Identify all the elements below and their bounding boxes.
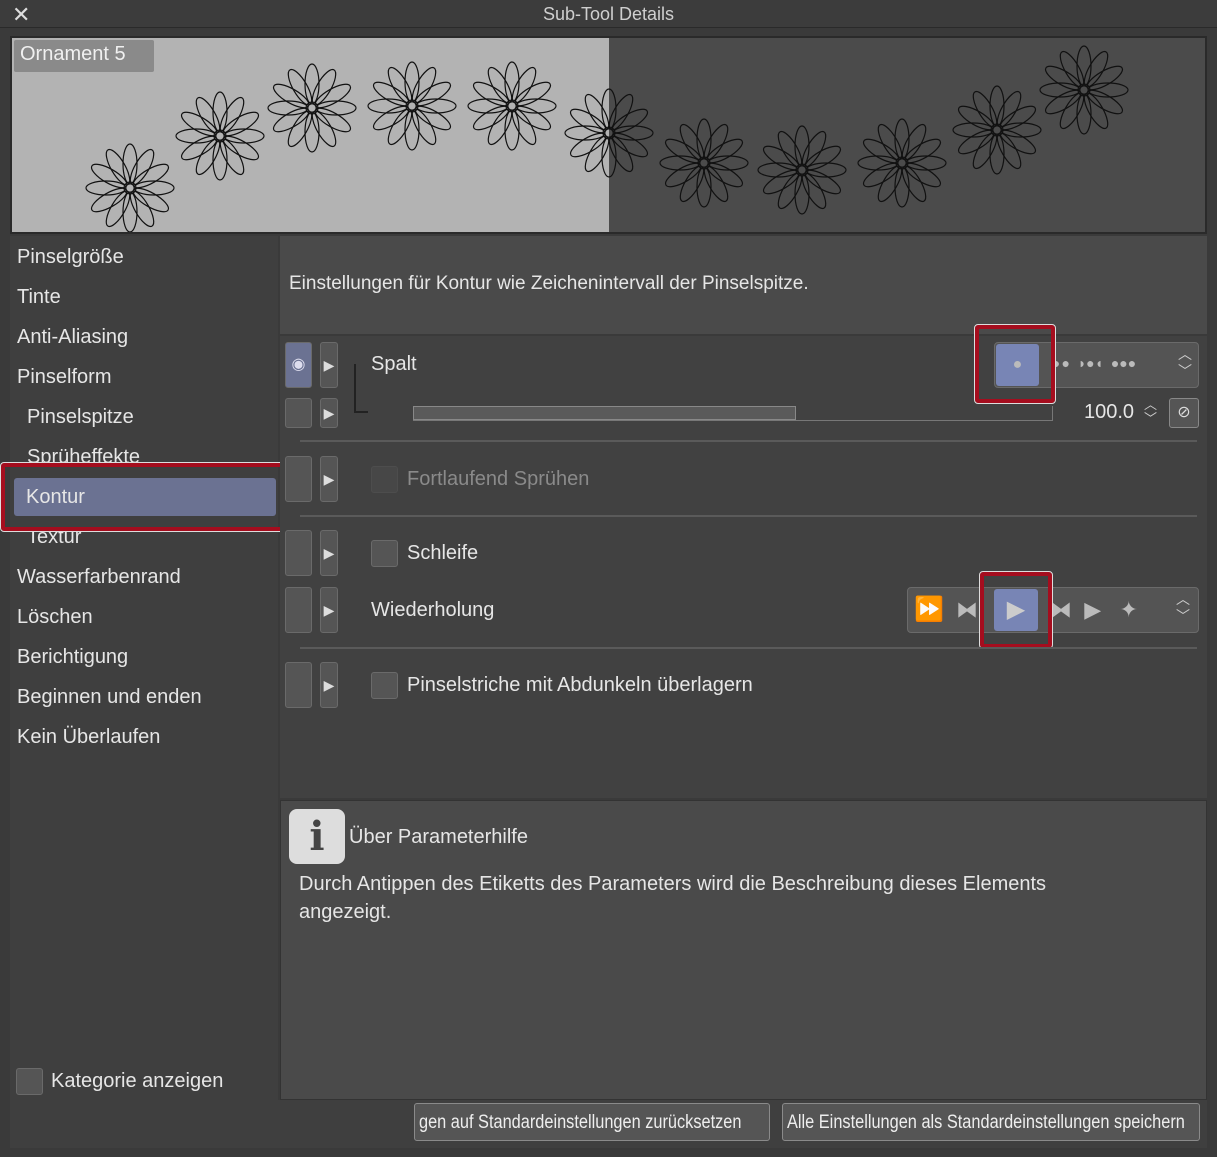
repeat-mode-selector[interactable]: ⏩ ⧓ ▶ ⧓ ▶ ✦ ︿ ﹀ — [907, 587, 1199, 633]
continuous-spray-checkbox[interactable] — [371, 466, 398, 493]
category-berichtigung[interactable]: Berichtigung — [17, 646, 128, 669]
window-title: Sub-Tool Details — [542, 4, 675, 24]
loop-checkbox[interactable] — [371, 540, 398, 567]
highlight-kontur — [0, 462, 289, 532]
separator — [300, 647, 1197, 649]
brush-preview: Ornament 5 — [10, 36, 1207, 234]
link-bracket-foot — [354, 411, 368, 413]
expand-button[interactable]: ▶ — [320, 530, 338, 576]
ornament-flower — [1039, 45, 1129, 135]
title-bar: ✕ Sub-Tool Details — [0, 0, 1217, 28]
help-title: Über Parameterhilfe — [349, 826, 528, 848]
category-pinselform[interactable]: Pinselform — [17, 366, 111, 389]
toggle-button[interactable] — [285, 398, 312, 428]
gap-value[interactable]: 100.0 — [1084, 401, 1134, 424]
preset-name: Ornament 5 — [14, 40, 154, 72]
gap-slider[interactable] — [413, 406, 1053, 421]
toggle-button[interactable] — [285, 587, 312, 633]
expand-button[interactable]: ▶ — [320, 587, 338, 633]
toggle-button[interactable] — [285, 530, 312, 576]
category-tinte[interactable]: Tinte — [17, 286, 61, 309]
help-text: Durch Antippen des Etiketts des Paramete… — [299, 873, 1047, 923]
ornament-flower — [267, 63, 357, 153]
show-category-checkbox[interactable] — [16, 1068, 43, 1095]
info-icon: i — [289, 809, 345, 864]
ornament-flower — [367, 61, 457, 151]
repeat-mode-options-b[interactable]: ⧓ — [956, 597, 978, 623]
gap-slider-fill — [413, 406, 797, 420]
category-pinselspitze[interactable]: Pinselspitze — [27, 406, 134, 429]
ornament-flower — [564, 88, 654, 178]
highlight-gap-mode — [974, 324, 1056, 404]
save-defaults-label: Alle Einstellungen als Standardeinstellu… — [787, 1112, 1185, 1133]
spin-arrows-icon[interactable]: ︿ ﹀ — [1176, 591, 1190, 625]
bottom-bar: gen auf Standardeinstellungen zurücksetz… — [10, 1100, 1207, 1148]
eye-icon[interactable]: ◉ — [285, 342, 312, 388]
repeat-mode-options-c[interactable]: ⧓ ▶ ✦ — [1050, 597, 1138, 623]
save-defaults-button[interactable]: Alle Einstellungen als Standardeinstellu… — [782, 1103, 1200, 1141]
ornament-flower — [85, 143, 175, 232]
expand-button[interactable]: ▶ — [320, 456, 338, 502]
gap-label[interactable]: Spalt — [371, 353, 417, 376]
expand-gap-button[interactable]: ▶ — [320, 342, 338, 388]
ornament-flower — [757, 125, 847, 215]
pressure-toggle-icon[interactable]: ⊘ — [1169, 398, 1199, 428]
loop-label[interactable]: Schleife — [407, 542, 478, 565]
ornament-flower — [467, 61, 557, 151]
ornament-flower — [952, 85, 1042, 175]
separator — [300, 440, 1197, 442]
parameter-panel: ◉ ▶ Spalt ● ◗● ◗●◖ ●●● ︿ ﹀ ▶ 100.0 ︿ ﹀ ⊘ ▶… — [280, 324, 1207, 798]
category-kein-ueberlaufen[interactable]: Kein Überlaufen — [17, 726, 160, 749]
category-loeschen[interactable]: Löschen — [17, 606, 93, 629]
category-description: Einstellungen für Kontur wie Zeicheninte… — [280, 236, 1207, 334]
ornament-flower — [659, 118, 749, 208]
category-pinselgroesse[interactable]: Pinselgröße — [17, 246, 124, 269]
category-beginnen-enden[interactable]: Beginnen und enden — [17, 686, 202, 709]
repeat-label[interactable]: Wiederholung — [371, 599, 494, 622]
overlay-darken-label[interactable]: Pinselstriche mit Abdunkeln überlagern — [407, 674, 753, 697]
reset-defaults-button[interactable]: gen auf Standardeinstellungen zurücksetz… — [414, 1103, 770, 1141]
link-bracket — [354, 364, 356, 412]
value-spin-icon[interactable]: ︿ ﹀ — [1144, 398, 1157, 426]
show-category-label: Kategorie anzeigen — [51, 1070, 224, 1092]
ornament-flower — [857, 118, 947, 208]
toggle-button[interactable] — [285, 662, 312, 708]
category-wasserfarbenrand[interactable]: Wasserfarbenrand — [17, 566, 181, 589]
category-anti-aliasing[interactable]: Anti-Aliasing — [17, 326, 128, 349]
highlight-repeat-mode — [979, 571, 1053, 649]
category-sidebar: Pinselgröße Tinte Anti-Aliasing Pinselfo… — [10, 236, 278, 1100]
ornament-flower — [175, 91, 265, 181]
ornament-stroke — [85, 45, 1129, 232]
repeat-mode-options-a[interactable]: ⏩ — [914, 595, 944, 624]
spin-arrows-icon[interactable]: ︿ ﹀ — [1178, 346, 1192, 380]
expand-button[interactable]: ▶ — [320, 398, 338, 428]
toggle-button[interactable] — [285, 456, 312, 502]
overlay-darken-checkbox[interactable] — [371, 672, 398, 699]
separator — [300, 515, 1197, 517]
expand-button[interactable]: ▶ — [320, 662, 338, 708]
parameter-help-panel: i Über Parameterhilfe Durch Antippen des… — [280, 800, 1207, 1100]
gap-mode-options[interactable]: ◗● ◗●◖ ●●● — [1053, 355, 1136, 371]
continuous-spray-label: Fortlaufend Sprühen — [407, 468, 590, 490]
reset-defaults-label: gen auf Standardeinstellungen zurücksetz… — [419, 1112, 742, 1133]
